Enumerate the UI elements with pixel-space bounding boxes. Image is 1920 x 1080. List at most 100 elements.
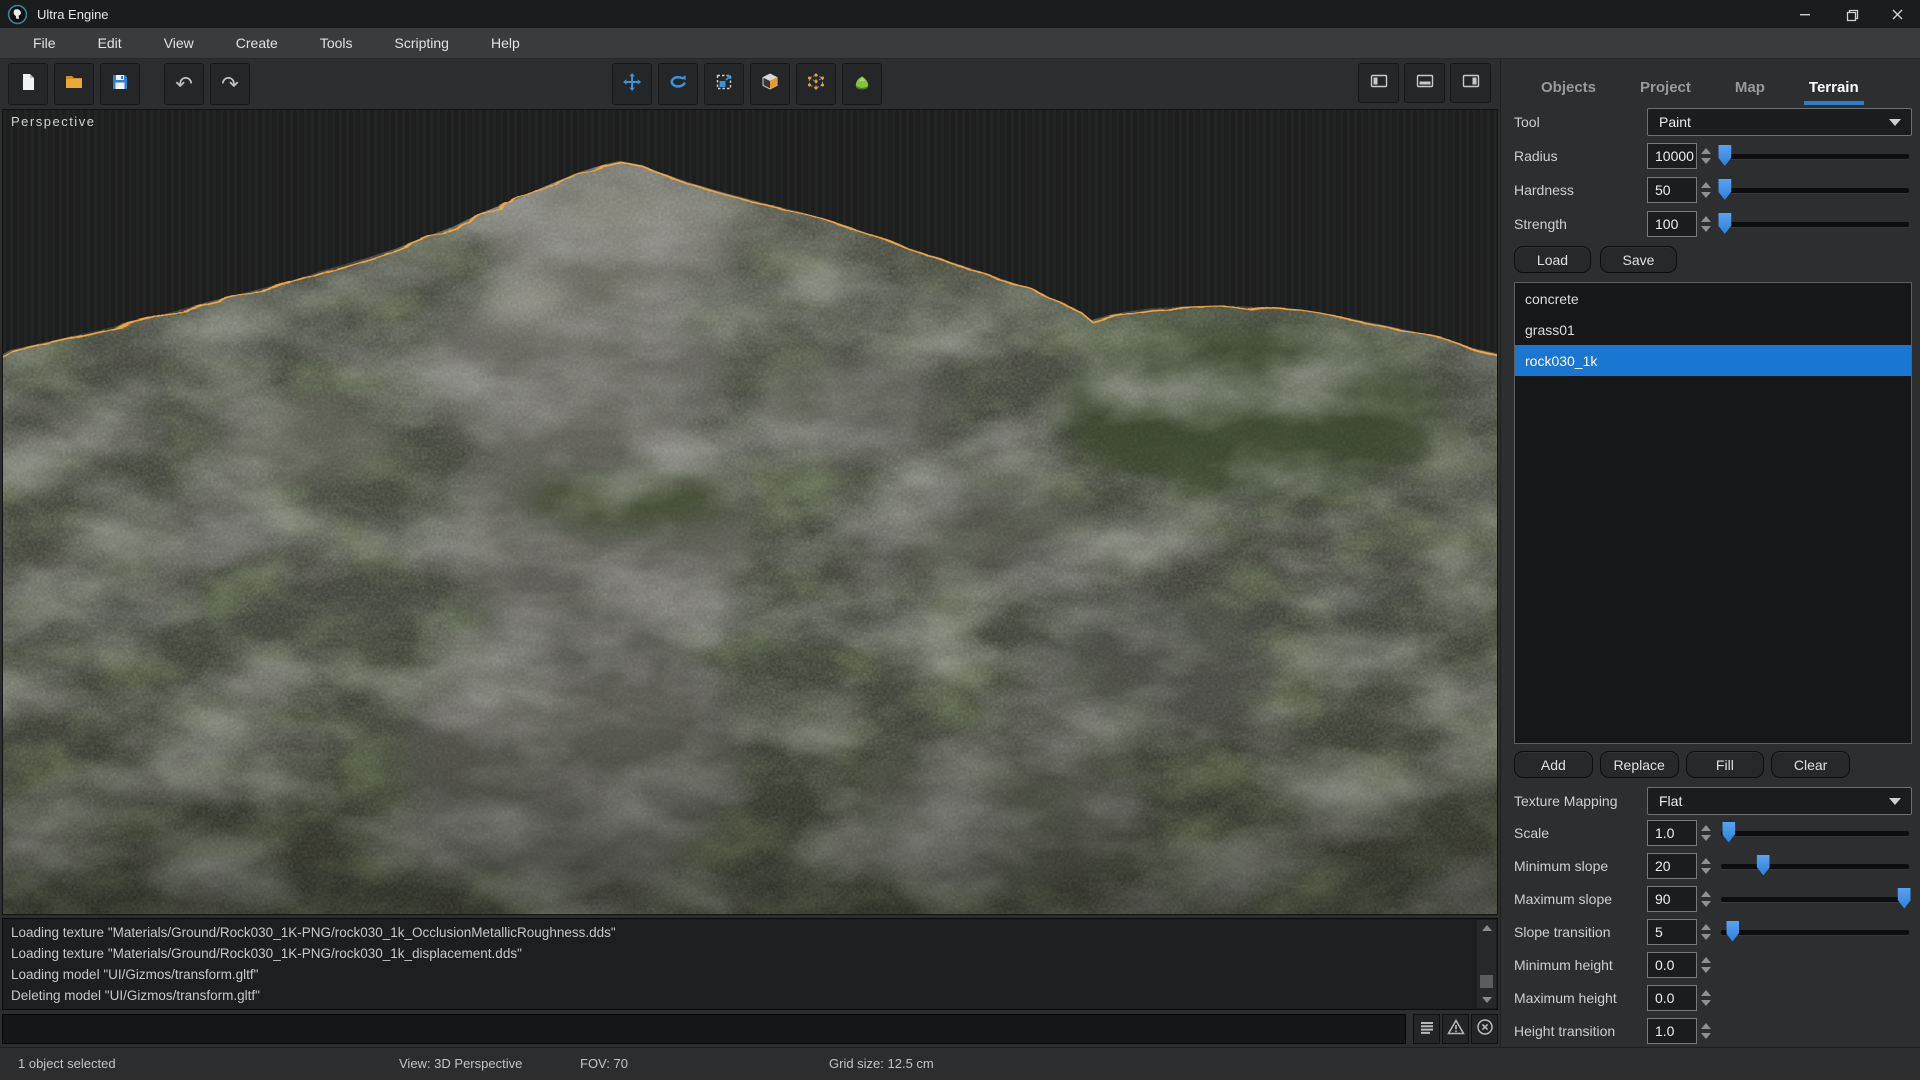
slider-track[interactable] [1721,222,1909,227]
strength-value[interactable]: 100 [1647,211,1697,237]
scale-slider[interactable] [1719,820,1912,846]
hardness-spinbox[interactable]: 50 [1647,177,1712,203]
terrain-tool-button[interactable] [842,63,882,105]
spinner-down-icon[interactable] [1701,934,1711,940]
texture-item-grass01[interactable]: grass01 [1515,314,1911,345]
minimum-slope-spinbox[interactable]: 20 [1647,853,1712,879]
move-tool-button[interactable] [612,63,652,105]
menu-item-edit[interactable]: Edit [77,28,143,58]
warnings-filter-button[interactable] [1442,1014,1469,1044]
hardness-slider[interactable] [1719,177,1912,203]
slider-track[interactable] [1721,831,1909,836]
undo-button[interactable]: ↶ [164,63,204,105]
menu-item-create[interactable]: Create [215,28,299,58]
slope-transition-value[interactable]: 5 [1647,919,1697,945]
slope-transition-slider[interactable] [1719,919,1912,945]
scale-tool-button[interactable] [704,63,744,105]
spinner-down-icon[interactable] [1701,226,1711,232]
texture-item-rock030-1k[interactable]: rock030_1k [1515,345,1911,376]
minimum-slope-slider[interactable] [1719,853,1912,879]
minimum-height-spinbox[interactable]: 0.0 [1647,952,1712,978]
spinner-up-icon[interactable] [1701,148,1711,154]
spinner-down-icon[interactable] [1701,901,1711,907]
spinner-up-icon[interactable] [1701,891,1711,897]
fill-button[interactable]: Fill [1686,751,1765,778]
minimize-button[interactable] [1782,0,1828,28]
spinner-down-icon[interactable] [1701,158,1711,164]
errors-filter-button[interactable] [1471,1014,1498,1044]
slider-track[interactable] [1721,864,1909,869]
hardness-value[interactable]: 50 [1647,177,1697,203]
scroll-up-icon[interactable] [1477,920,1496,936]
replace-button[interactable]: Replace [1600,751,1679,778]
slider-handle[interactable] [1722,822,1735,843]
maximum-slope-value[interactable]: 90 [1647,886,1697,912]
spinner-up-icon[interactable] [1701,216,1711,222]
spinner-down-icon[interactable] [1701,835,1711,841]
layout-bottom-panel-button[interactable] [1404,63,1445,103]
maximum-slope-slider[interactable] [1719,886,1912,912]
spinner-down-icon[interactable] [1701,192,1711,198]
scale-spinbox[interactable]: 1.0 [1647,820,1712,846]
spinner-down-icon[interactable] [1701,1000,1711,1006]
slider-handle[interactable] [1757,855,1770,876]
spinner-up-icon[interactable] [1701,1023,1711,1029]
texture-item-concrete[interactable]: concrete [1515,283,1911,314]
add-button[interactable]: Add [1514,751,1593,778]
slider-handle[interactable] [1718,145,1731,166]
maximum-slope-spinbox[interactable]: 90 [1647,886,1712,912]
spinner-down-icon[interactable] [1701,1033,1711,1039]
console-scrollbar[interactable] [1477,920,1496,1008]
viewport-3d[interactable]: Perspective [2,109,1498,915]
spinner-up-icon[interactable] [1701,990,1711,996]
tab-project[interactable]: Project [1635,79,1696,105]
console-input[interactable] [2,1014,1406,1044]
minimum-slope-value[interactable]: 20 [1647,853,1697,879]
strength-spinbox[interactable]: 100 [1647,211,1712,237]
spinner-down-icon[interactable] [1701,868,1711,874]
spinner-up-icon[interactable] [1701,858,1711,864]
spinner-up-icon[interactable] [1701,957,1711,963]
maximum-height-spinbox[interactable]: 0.0 [1647,985,1712,1011]
restore-button[interactable] [1828,0,1874,28]
height-transition-spinbox[interactable]: 1.0 [1647,1018,1712,1044]
menu-item-scripting[interactable]: Scripting [374,28,470,58]
open-file-button[interactable] [54,63,94,105]
log-filter-button[interactable] [1413,1014,1440,1044]
save-button[interactable] [100,63,140,105]
slider-handle[interactable] [1898,888,1911,909]
slider-track[interactable] [1721,188,1909,193]
radius-slider[interactable] [1719,143,1912,169]
menu-item-help[interactable]: Help [470,28,541,58]
vertex-select-button[interactable] [796,63,836,105]
tab-terrain[interactable]: Terrain [1804,79,1864,105]
slider-handle[interactable] [1718,213,1731,234]
clear-button[interactable]: Clear [1771,751,1850,778]
rotate-tool-button[interactable] [658,63,698,105]
menu-item-tools[interactable]: Tools [299,28,374,58]
redo-button[interactable]: ↷ [210,63,250,105]
scale-value[interactable]: 1.0 [1647,820,1697,846]
face-select-button[interactable] [750,63,790,105]
radius-spinbox[interactable]: 10000 [1647,143,1712,169]
save-layers-button[interactable]: Save [1600,246,1677,273]
spinner-down-icon[interactable] [1701,967,1711,973]
maximum-height-value[interactable]: 0.0 [1647,985,1697,1011]
menu-item-view[interactable]: View [143,28,215,58]
slider-handle[interactable] [1726,921,1739,942]
spinner-up-icon[interactable] [1701,825,1711,831]
texture-mapping-dropdown[interactable]: Flat [1647,787,1912,815]
radius-value[interactable]: 10000 [1647,143,1697,169]
tool-dropdown[interactable]: Paint [1647,108,1912,136]
spinner-up-icon[interactable] [1701,182,1711,188]
slider-track[interactable] [1721,154,1909,159]
slider-handle[interactable] [1718,179,1731,200]
strength-slider[interactable] [1719,211,1912,237]
tab-map[interactable]: Map [1730,79,1770,105]
new-file-button[interactable] [8,63,48,105]
close-button[interactable] [1874,0,1920,28]
spinner-up-icon[interactable] [1701,924,1711,930]
height-transition-value[interactable]: 1.0 [1647,1018,1697,1044]
scrollbar-thumb[interactable] [1480,975,1493,988]
tab-objects[interactable]: Objects [1536,79,1601,105]
